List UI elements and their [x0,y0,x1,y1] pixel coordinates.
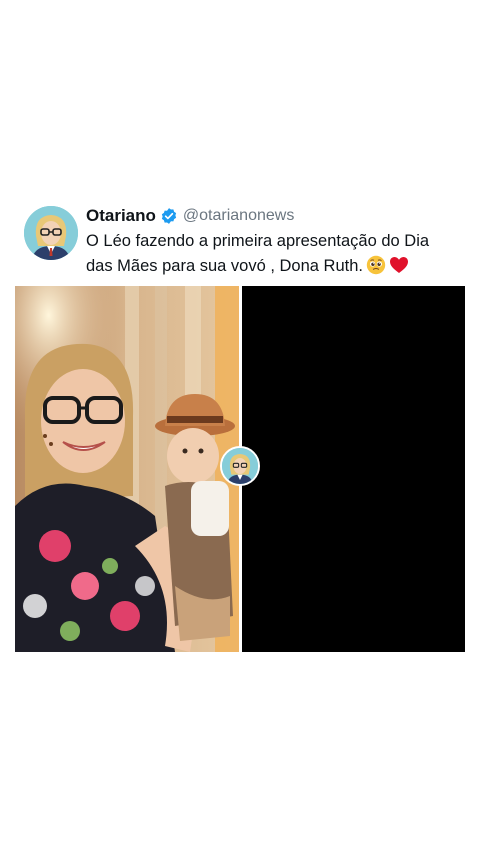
profile-avatar[interactable] [24,206,78,260]
red-heart-emoji [389,255,409,275]
pleading-face-emoji [366,255,386,275]
tweet-photo[interactable] [15,286,239,652]
verified-badge-icon [160,207,178,225]
tweet-text-line-2-content: das Mães para sua vovó , Dona Ruth. [86,257,363,275]
display-name[interactable]: Otariano [86,206,156,226]
photo-woman-holding-baby [15,286,239,652]
video-panel[interactable] [242,286,465,652]
tweet-text: O Léo fazendo a primeira apresentação do… [86,229,466,279]
tweet-media[interactable] [15,286,465,652]
tweet-text-line-2: das Mães para sua vovó , Dona Ruth. [86,254,466,279]
user-handle[interactable]: @otarianonews [183,207,294,225]
tweet-header: Otariano @otarianonews [86,204,294,228]
overlay-avatar [220,446,260,486]
avatar-illustration [24,206,78,260]
tweet-text-line-1: O Léo fazendo a primeira apresentação do… [86,232,430,250]
tweet-card: Otariano @otarianonews O Léo fazendo a p… [0,0,480,854]
